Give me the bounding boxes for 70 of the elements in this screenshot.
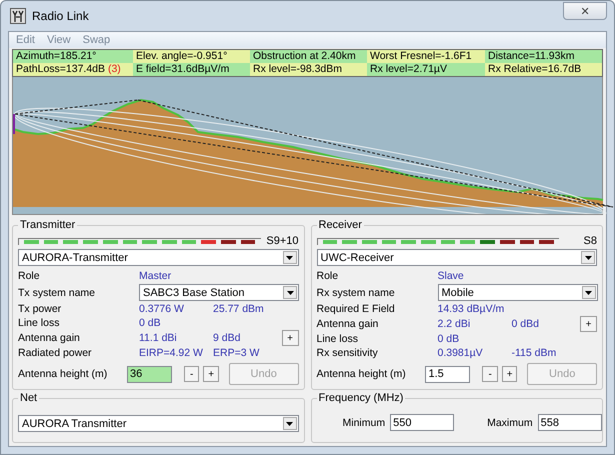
window-title: Radio Link xyxy=(32,9,89,23)
field-value: 0.3776 W xyxy=(139,303,185,315)
dropdown-caret-icon[interactable] xyxy=(582,286,596,299)
dropdown-caret-icon[interactable] xyxy=(283,286,297,299)
station-dropdown[interactable]: UWC-Receiver xyxy=(316,249,597,266)
field-label: Line loss xyxy=(18,317,60,329)
field-value: 25.77 dBm xyxy=(213,303,265,315)
signal-reading: S9+10 xyxy=(265,235,298,247)
field-value: -115 dBm xyxy=(512,347,558,359)
info-value: Rx Relative=16.7dB xyxy=(485,63,602,76)
info-value: Distance=11.93km xyxy=(485,50,602,63)
dropdown-caret-icon[interactable] xyxy=(282,417,296,430)
minimum-field[interactable]: 550 xyxy=(390,414,454,431)
antenna-icon xyxy=(10,8,26,24)
info-value: Rx level=-98.3dBm xyxy=(250,63,367,76)
field-label: Antenna gain xyxy=(316,318,380,330)
group-title: Net xyxy=(19,392,38,404)
field-value: 0 dB xyxy=(438,333,460,345)
info-value: Obstruction at 2.40km xyxy=(250,50,367,63)
close-button[interactable]: ✕ xyxy=(563,2,607,20)
signal-reading: S8 xyxy=(582,235,597,247)
field-label: Minimum xyxy=(342,416,386,428)
field-value: 9 dBd xyxy=(213,332,242,344)
field-value: 0 dB xyxy=(139,317,162,329)
info-value: Azimuth=185.21° xyxy=(13,50,133,63)
antenna-height-field[interactable]: 36 xyxy=(126,366,172,382)
increment-button[interactable]: + xyxy=(502,366,518,382)
group-title: Transmitter xyxy=(19,219,76,231)
field-value: 0 dBd xyxy=(512,318,540,330)
decrement-button[interactable]: - xyxy=(184,366,200,382)
field-label: Role xyxy=(316,270,340,282)
dropdown-caret-icon[interactable] xyxy=(282,251,296,264)
field-value: ERP=3 W xyxy=(213,347,260,359)
system-dropdown[interactable]: Mobile xyxy=(438,284,598,301)
field-label: Antenna height (m) xyxy=(18,368,108,380)
field-label: Antenna height (m) xyxy=(316,368,407,380)
field-value: 11.1 dBi xyxy=(139,332,178,344)
group-title: Receiver xyxy=(318,219,363,231)
info-value: Rx level=2.71µV xyxy=(367,63,485,76)
maximum-field[interactable]: 558 xyxy=(538,414,602,431)
field-value: 2.2 dBi xyxy=(438,318,472,330)
field-value: Slave xyxy=(438,270,465,282)
increment-button[interactable]: + xyxy=(203,366,219,382)
field-label: Rx sensitivity xyxy=(316,347,379,359)
field-label: Required E Field xyxy=(316,303,396,315)
station-dropdown[interactable]: AURORA-Transmitter xyxy=(18,249,298,266)
decrement-button[interactable]: - xyxy=(482,366,498,382)
info-value: PathLoss=137.4dB (3) xyxy=(13,63,133,76)
field-label: Rx system name xyxy=(316,286,396,298)
info-value: Elev. angle=-0.951° xyxy=(133,50,250,63)
field-label: Antenna gain xyxy=(18,332,81,344)
system-dropdown[interactable]: SABC3 Base Station xyxy=(139,284,299,301)
field-label: Maximum xyxy=(487,416,533,428)
plus-button[interactable]: + xyxy=(580,316,597,332)
group-title: Frequency (MHz) xyxy=(318,392,404,404)
field-label: Radiated power xyxy=(18,347,93,359)
field-label: Tx power xyxy=(18,303,62,315)
antenna-height-field[interactable]: 1.5 xyxy=(425,366,470,382)
field-value: 14.93 dBµV/m xyxy=(438,303,506,315)
field-value: Master xyxy=(139,270,172,282)
field-value: EIRP=4.92 W xyxy=(139,347,204,359)
info-value: Worst Fresnel=-1.6F1 xyxy=(367,50,485,63)
field-label: Tx system name xyxy=(18,286,96,298)
field-label: Role xyxy=(18,270,41,282)
field-label: Line loss xyxy=(316,333,359,345)
field-value: 0.3981µV xyxy=(438,347,484,359)
dropdown-caret-icon[interactable] xyxy=(581,251,595,264)
info-value: E field=31.6dBµV/m xyxy=(133,63,250,76)
net-dropdown[interactable]: AURORA Transmitter xyxy=(18,415,298,432)
plus-button[interactable]: + xyxy=(282,330,298,346)
